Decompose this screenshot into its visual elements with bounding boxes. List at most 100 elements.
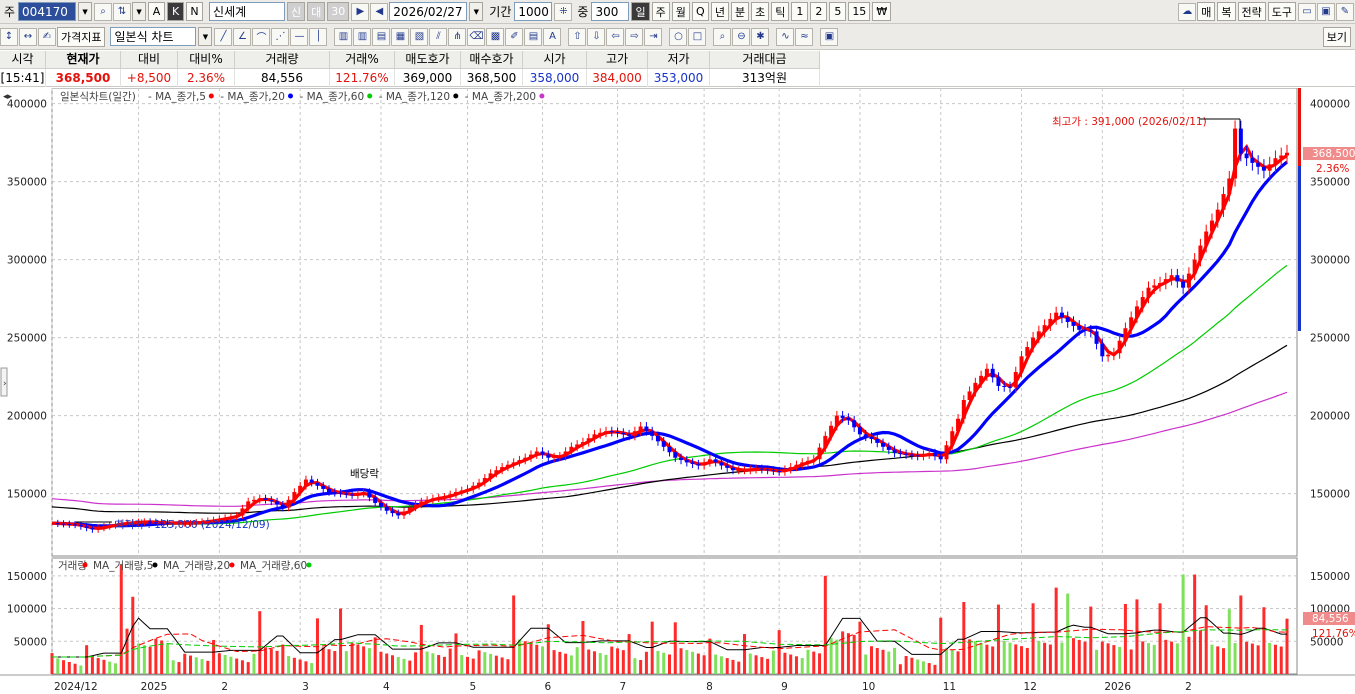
grid1-tool-icon[interactable]: ▥: [334, 27, 353, 46]
period-year[interactable]: 년: [710, 2, 729, 21]
strategy-button[interactable]: 전략: [1237, 2, 1266, 21]
pitchfork-tool-icon[interactable]: ⋔: [448, 27, 467, 46]
edit-icon[interactable]: ✍: [38, 27, 56, 46]
sort-dropdown[interactable]: ▼: [132, 2, 147, 21]
period-15[interactable]: 15: [848, 2, 871, 21]
rect-tool-icon[interactable]: □: [688, 27, 707, 46]
move-up-icon[interactable]: ⇧: [568, 27, 587, 46]
channel-tool-icon[interactable]: ⫽: [429, 27, 448, 46]
code-dropdown[interactable]: ▼: [78, 2, 93, 21]
move-right-icon[interactable]: ⇨: [625, 27, 644, 46]
quote-value-row: [15:41] 368,500 +8,500 2.36% 84,556 121.…: [0, 69, 1355, 87]
date-input[interactable]: 2026/02/27: [389, 2, 468, 21]
text-tool-icon[interactable]: A: [543, 27, 562, 46]
wave2-tool-icon[interactable]: ≈: [795, 27, 814, 46]
chart-type-dropdown[interactable]: ▼: [198, 27, 213, 46]
cloud-icon[interactable]: ☁: [1178, 2, 1197, 21]
circle-tool-icon[interactable]: ○: [669, 27, 688, 46]
zoom-out-icon[interactable]: ⊖: [732, 27, 751, 46]
sort-icon[interactable]: ⇅: [113, 2, 132, 21]
stock-code-input[interactable]: 004170: [18, 2, 77, 21]
drawing-toolbar: ↕ ↔ ✍ 가격지표 일본식 차트 ▼ ╱ ∠ ⌒ ⋰ — │ ▥ ▥ ▤ ▦ …: [0, 24, 1355, 50]
expand-icon[interactable]: ◂▸: [3, 92, 13, 102]
search-icon[interactable]: ⌕: [94, 2, 113, 21]
back-icon[interactable]: ◀: [370, 2, 389, 21]
grid5-tool-icon[interactable]: ▧: [410, 27, 429, 46]
eraser-tool-icon[interactable]: ⌫: [467, 27, 486, 46]
volume-bar: [246, 662, 250, 674]
split-icon[interactable]: ⁜: [554, 2, 573, 21]
volume-bar: [1060, 642, 1064, 674]
volume-bar: [171, 660, 175, 674]
candle-body: [609, 431, 614, 433]
volume-bar: [679, 648, 683, 674]
date-dropdown[interactable]: ▼: [469, 2, 484, 21]
snapshot-icon[interactable]: ▣: [820, 27, 839, 46]
volume-bar: [991, 646, 995, 674]
view-button[interactable]: 보기: [1322, 26, 1351, 47]
tools-button[interactable]: 도구: [1267, 2, 1296, 21]
currency-button[interactable]: ₩: [872, 2, 892, 21]
folder-icon[interactable]: ▭: [1298, 2, 1316, 21]
buy-button[interactable]: 매: [1197, 2, 1216, 21]
stock-chart[interactable]: 150000 150000200000 200000250000 2500003000…: [0, 88, 1355, 694]
zoom-tool-icon[interactable]: ⌕: [713, 27, 732, 46]
stock-name-input[interactable]: 신세계: [209, 2, 286, 21]
period-1[interactable]: 1: [791, 2, 809, 21]
side-arrow-icon[interactable]: ›: [3, 379, 7, 389]
arrow-up-down-icon[interactable]: ↕: [0, 27, 18, 46]
volume-bar: [662, 652, 666, 674]
candle-body: [332, 492, 337, 494]
move-left-icon[interactable]: ⇦: [606, 27, 625, 46]
price-indicator-button[interactable]: 가격지표: [57, 26, 106, 47]
period-week[interactable]: 주: [651, 2, 670, 21]
note-tool-icon[interactable]: ▤: [524, 27, 543, 46]
candle-body: [996, 377, 1001, 386]
period-day[interactable]: 일: [631, 2, 650, 21]
arrow-left-right-icon[interactable]: ↔: [19, 27, 37, 46]
volume-bar: [402, 658, 406, 674]
period-quarter[interactable]: Q: [691, 2, 709, 21]
chart-type-select[interactable]: 일본식 차트: [110, 27, 197, 46]
candle-body: [528, 454, 533, 458]
type-k-button[interactable]: K: [167, 2, 185, 21]
scroll-band[interactable]: [1298, 166, 1301, 331]
grid4-tool-icon[interactable]: ▦: [391, 27, 410, 46]
period-2[interactable]: 2: [810, 2, 828, 21]
play-icon[interactable]: ▶: [351, 2, 370, 21]
period-input[interactable]: 1000: [514, 2, 553, 21]
angle-tool-icon[interactable]: ∠: [233, 27, 252, 46]
vline-tool-icon[interactable]: │: [309, 27, 328, 46]
candle-body: [632, 431, 637, 436]
ma-120-line: [51, 344, 1288, 514]
move-down-icon[interactable]: ⇩: [587, 27, 606, 46]
color-tool-icon[interactable]: ▩: [486, 27, 505, 46]
save-icon[interactable]: ▣: [1317, 2, 1335, 21]
period-tick[interactable]: 틱: [771, 2, 790, 21]
multi-button[interactable]: 복: [1217, 2, 1236, 21]
period-month[interactable]: 월: [671, 2, 690, 21]
hline-tool-icon[interactable]: —: [290, 27, 309, 46]
period-minute[interactable]: 분: [730, 2, 750, 21]
val-high: 384,000: [587, 69, 648, 87]
grid2-tool-icon[interactable]: ▥: [353, 27, 372, 46]
val-volume-pct: 121.76%: [330, 69, 395, 87]
line-tool-icon[interactable]: ╱: [214, 27, 233, 46]
arc-tool-icon[interactable]: ⌒: [252, 27, 271, 46]
count-input[interactable]: 300: [591, 2, 630, 21]
fan-tool-icon[interactable]: ⋰: [271, 27, 290, 46]
period-5[interactable]: 5: [829, 2, 847, 21]
volume-bar: [165, 643, 169, 674]
period-second[interactable]: 초: [751, 2, 770, 21]
wave-tool-icon[interactable]: ∿: [776, 27, 795, 46]
paint-tool-icon[interactable]: ✐: [505, 27, 524, 46]
type-n-button[interactable]: N: [186, 2, 204, 21]
moving-averages: [51, 143, 1289, 531]
volume-bar: [812, 651, 816, 674]
wrench-icon[interactable]: ✎: [1336, 2, 1354, 21]
grid3-tool-icon[interactable]: ▤: [372, 27, 391, 46]
move-end-icon[interactable]: ⇥: [644, 27, 663, 46]
type-a-button[interactable]: A: [148, 2, 166, 21]
pattern-tool-icon[interactable]: ✱: [751, 27, 770, 46]
candle-body: [846, 417, 851, 421]
